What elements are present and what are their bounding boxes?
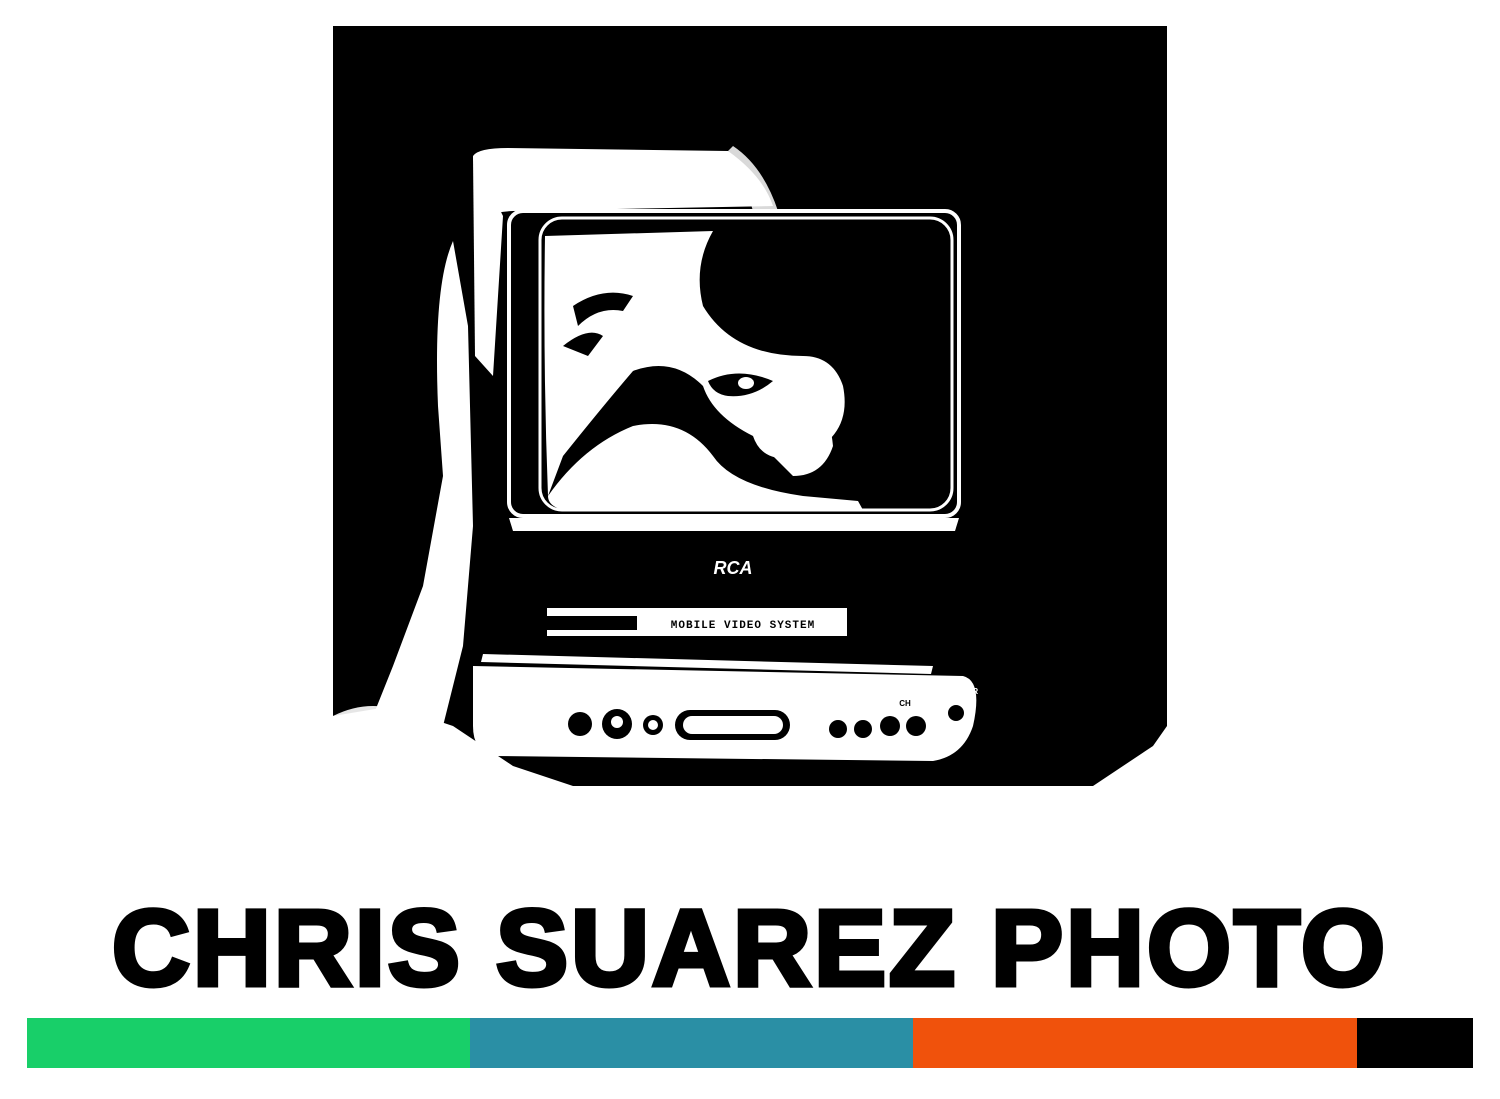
- panel-button: [568, 712, 592, 736]
- color-stripe-black: [1357, 1018, 1473, 1068]
- brand-title: CHRIS SUAREZ PHOTO: [109, 887, 1389, 1008]
- color-stripe-orange: [913, 1018, 1357, 1068]
- color-stripe-teal: [470, 1018, 913, 1068]
- logo-photo: RCA MOBILE VIDEO SYSTEM CH POWER: [333, 26, 1167, 860]
- tv-brand-label: RCA: [714, 558, 753, 578]
- tv-channel-label: CH: [899, 699, 911, 708]
- panel-button: [854, 720, 872, 738]
- power-button: [948, 705, 964, 721]
- tv-power-label: POWER: [948, 687, 978, 696]
- color-stripe-bar: [27, 1018, 1473, 1068]
- panel-button: [906, 716, 926, 736]
- tv-photo-illustration: RCA MOBILE VIDEO SYSTEM CH POWER: [333, 26, 1167, 860]
- panel-button: [880, 716, 900, 736]
- tv-lower-band: [509, 518, 959, 531]
- panel-button: [829, 720, 847, 738]
- tv-slot-label: MOBILE VIDEO SYSTEM: [671, 620, 815, 632]
- color-stripe-green: [27, 1018, 470, 1068]
